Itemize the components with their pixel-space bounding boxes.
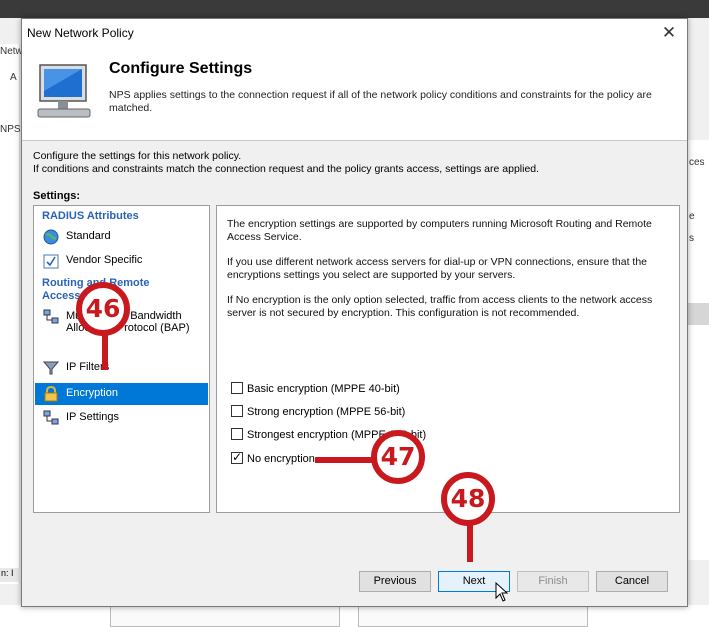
network-icon xyxy=(43,309,59,324)
monitor-icon xyxy=(37,64,91,118)
network-icon xyxy=(43,410,59,425)
mouse-cursor-icon xyxy=(495,582,509,602)
callout-48-pointer xyxy=(467,520,473,562)
option-no-encryption[interactable]: No encryption xyxy=(231,450,315,465)
dialog-titlebar: New Network Policy ✕ xyxy=(22,19,687,49)
dialog-title: New Network Policy xyxy=(27,26,134,40)
info-paragraph: The encryption settings are supported by… xyxy=(227,218,652,243)
background-right-pane xyxy=(688,140,709,560)
settings-item-encryption[interactable]: Encryption xyxy=(35,383,208,405)
globe-icon xyxy=(43,229,59,245)
background-right-header xyxy=(688,303,709,325)
filter-icon xyxy=(43,361,59,375)
lock-icon xyxy=(44,386,58,402)
option-basic-encryption[interactable]: Basic encryption (MPPE 40-bit) xyxy=(231,382,400,395)
checkbox[interactable] xyxy=(231,405,243,417)
background-bottom-panel xyxy=(110,605,340,627)
settings-item-vendor-specific[interactable]: Vendor Specific xyxy=(35,250,208,272)
background-fragment: e xyxy=(689,211,695,222)
settings-item-ip-settings[interactable]: IP Settings xyxy=(35,407,208,429)
intro-line: If conditions and constraints match the … xyxy=(33,163,540,175)
settings-list: RADIUS Attributes Standard Vendor Specif… xyxy=(33,205,210,513)
previous-button[interactable]: Previous xyxy=(359,571,431,592)
background-titlebar xyxy=(0,0,709,18)
option-label: No encryption xyxy=(247,453,315,465)
cancel-button[interactable]: Cancel xyxy=(596,571,668,592)
background-fragment: s xyxy=(689,233,694,244)
callout-48: 48 xyxy=(441,472,495,526)
settings-item-label: Standard xyxy=(66,230,111,242)
category-radius-attributes: RADIUS Attributes xyxy=(42,210,139,222)
settings-item-label: Vendor Specific xyxy=(66,254,143,266)
finish-button[interactable]: Finish xyxy=(517,571,589,592)
callout-46-pointer xyxy=(102,330,108,370)
option-strong-encryption[interactable]: Strong encryption (MPPE 56-bit) xyxy=(231,405,405,418)
checkbox-checked[interactable] xyxy=(231,450,243,464)
info-paragraph: If No encryption is the only option sele… xyxy=(227,294,653,319)
option-label: Basic encryption (MPPE 40-bit) xyxy=(247,383,400,395)
close-button[interactable]: ✕ xyxy=(657,22,681,44)
background-statusbar: n: I xyxy=(0,568,20,582)
page-title: Configure Settings xyxy=(109,60,253,77)
dialog-header: Configure Settings NPS applies settings … xyxy=(22,49,687,141)
option-label: Strong encryption (MPPE 56-bit) xyxy=(247,406,406,418)
settings-item-label: Encryption xyxy=(66,387,118,399)
intro-text: Configure the settings for this network … xyxy=(33,150,539,176)
settings-item-ip-filters[interactable]: IP Filters xyxy=(35,357,208,379)
encryption-settings-panel: The encryption settings are supported by… xyxy=(216,205,680,513)
checklist-icon xyxy=(43,254,59,269)
background-fragment: Netw xyxy=(0,46,23,57)
checkbox[interactable] xyxy=(231,382,243,394)
settings-item-label: IP Settings xyxy=(66,411,119,423)
background-fragment: NPS xyxy=(0,124,21,135)
callout-47: 47 xyxy=(371,430,425,484)
background-bottom xyxy=(0,605,709,627)
callout-46: 46 xyxy=(76,282,130,336)
background-fragment: A xyxy=(10,72,17,83)
callout-47-pointer xyxy=(315,457,375,463)
info-paragraph: If you use different network access serv… xyxy=(227,256,648,281)
checkbox[interactable] xyxy=(231,428,243,440)
background-bottom-panel xyxy=(358,605,588,627)
settings-item-standard[interactable]: Standard xyxy=(35,226,208,248)
background-fragment: ces xyxy=(689,157,705,168)
settings-label: Settings: xyxy=(33,190,81,202)
intro-line: Configure the settings for this network … xyxy=(33,150,242,162)
page-description: NPS applies settings to the connection r… xyxy=(109,89,652,114)
